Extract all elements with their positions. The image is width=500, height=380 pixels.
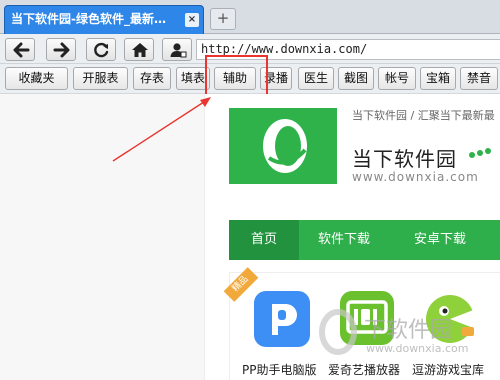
site-name: 当下软件园 <box>352 147 457 171</box>
home-icon <box>132 43 148 57</box>
menu-home[interactable]: 首页 <box>229 220 299 260</box>
site-url: www.downxia.com <box>352 170 479 184</box>
bookmark-server-list[interactable]: 开服表 <box>73 67 128 90</box>
leaf-logo-icon <box>263 119 307 173</box>
dots-decoration-icon <box>469 148 491 158</box>
active-tab[interactable]: 当下软件园-绿色软件_最新… × <box>4 5 204 34</box>
arrow-right-icon <box>53 42 70 58</box>
menu-software-download[interactable]: 软件下载 <box>301 220 387 260</box>
site-logo[interactable] <box>229 108 337 184</box>
user-button[interactable] <box>162 38 192 61</box>
tab-bar: 当下软件园-绿色软件_最新… × + <box>0 0 500 34</box>
refresh-icon <box>94 42 109 58</box>
bookmark-screenshot[interactable]: 截图 <box>338 67 374 90</box>
watermark: 下软件园 www.downxia.com <box>316 306 500 373</box>
bookmark-treasure[interactable]: 宝箱 <box>420 67 456 90</box>
bookmark-mute[interactable]: 禁音 <box>460 67 498 90</box>
bookmark-save-form[interactable]: 存表 <box>133 67 171 90</box>
menu-android-download[interactable]: 安卓下载 <box>395 220 485 260</box>
watermark-text: 下软件园 <box>364 318 453 343</box>
site-breadcrumb: 当下软件园 / 汇聚当下最新最 <box>352 109 495 122</box>
bookmark-account[interactable]: 帐号 <box>378 67 416 90</box>
pp-assistant-icon[interactable] <box>254 291 310 347</box>
new-tab-button[interactable]: + <box>210 8 236 30</box>
bookmark-favorites[interactable]: 收藏夹 <box>5 67 68 90</box>
forward-button[interactable] <box>46 38 76 61</box>
refresh-button[interactable] <box>86 38 116 61</box>
back-button[interactable] <box>5 38 35 61</box>
bookmark-doctor[interactable]: 医生 <box>298 67 334 90</box>
site-menu-bar: 首页 软件下载 安卓下载 <box>229 220 500 260</box>
home-button[interactable] <box>124 38 154 61</box>
annotation-arrow-icon <box>112 97 211 162</box>
app-label-pp[interactable]: PP助手电脑版 <box>242 361 316 378</box>
close-icon[interactable]: × <box>185 13 199 27</box>
user-icon <box>170 43 187 58</box>
watermark-url: www.downxia.com <box>366 342 469 355</box>
arrow-left-icon <box>13 42 30 58</box>
tab-title: 当下软件园-绿色软件_最新… <box>11 12 166 26</box>
